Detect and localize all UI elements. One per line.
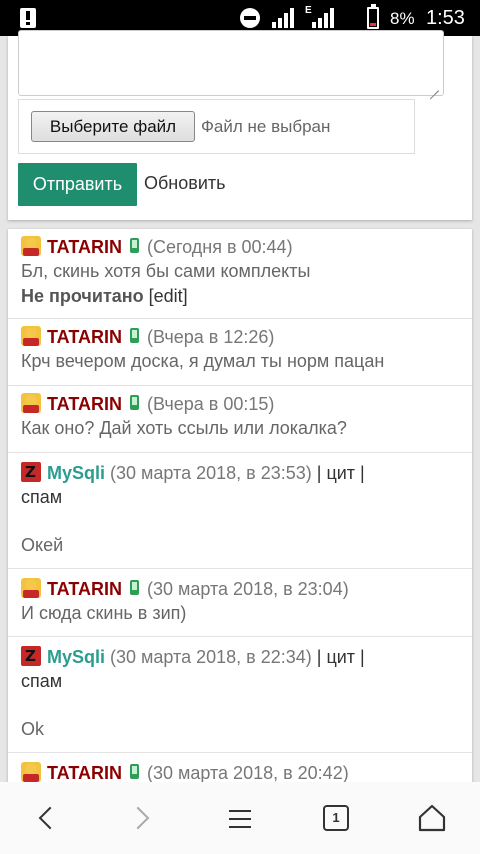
tatarin-avatar-icon xyxy=(21,762,41,782)
list-item: MySqli (30 марта 2018, в 23:53) | цит | … xyxy=(8,453,472,569)
mobile-icon xyxy=(129,764,139,779)
message-date: (Вчера в 12:26) xyxy=(146,327,275,347)
tatarin-avatar-icon xyxy=(21,236,41,256)
message-date: (Сегодня в 00:44) xyxy=(146,237,293,257)
mysqli-avatar-icon xyxy=(21,462,41,482)
message-header: TATARIN (Вчера в 00:15) xyxy=(21,393,274,415)
message-date: (30 марта 2018, в 23:53) xyxy=(110,463,312,483)
file-status-text: Файл не выбран xyxy=(201,117,331,136)
message-list: TATARIN (Сегодня в 00:44) Бл, скинь хотя … xyxy=(8,229,472,789)
author-name[interactable]: MySqli xyxy=(47,463,105,483)
author-name[interactable]: TATARIN xyxy=(47,237,122,257)
message-textarea[interactable] xyxy=(18,30,444,96)
forward-button[interactable] xyxy=(124,802,164,836)
tabs-count: 1 xyxy=(323,805,349,831)
do-not-disturb-icon xyxy=(240,8,260,28)
resize-handle-icon[interactable] xyxy=(429,81,439,91)
message-text: Ok xyxy=(21,719,45,739)
message-header: TATARIN (30 марта 2018, в 23:04) xyxy=(21,578,349,600)
clock: 1:53 xyxy=(426,7,465,29)
tatarin-avatar-icon xyxy=(21,578,41,598)
message-text: Крч вечером доска, я думал ты норм пацан xyxy=(21,351,385,371)
message-date: (Вчера в 00:15) xyxy=(146,394,275,414)
forward-chevron-icon xyxy=(126,806,150,830)
edit-link[interactable]: [edit] xyxy=(149,286,188,306)
tatarin-avatar-icon xyxy=(21,393,41,413)
message-text: Как оно? Дай хоть ссыль или локалка? xyxy=(21,418,347,438)
list-item: TATARIN (Сегодня в 00:44) Бл, скинь хотя … xyxy=(8,229,472,319)
mysqli-avatar-icon xyxy=(21,646,41,666)
tabs-button[interactable]: 1 xyxy=(316,802,356,836)
message-date: (30 марта 2018, в 23:04) xyxy=(146,579,349,599)
message-header: TATARIN (Сегодня в 00:44) xyxy=(21,236,293,258)
list-item: TATARIN (Вчера в 12:26) Крч вечером доска… xyxy=(8,319,472,386)
message-header: TATARIN (30 марта 2018, в 20:42) xyxy=(21,762,349,784)
author-name[interactable]: TATARIN xyxy=(47,327,122,347)
reply-form: Выберите файл Файл не выбран Отправить О… xyxy=(8,30,472,220)
unread-label: Не прочитано xyxy=(21,286,144,306)
refresh-link[interactable]: Обновить xyxy=(144,173,226,194)
spam-link[interactable]: спам xyxy=(21,487,62,508)
mobile-icon xyxy=(129,395,139,410)
choose-file-button[interactable]: Выберите файл xyxy=(31,111,195,142)
quote-link[interactable]: | цит | xyxy=(317,463,365,483)
message-date: (30 марта 2018, в 22:34) xyxy=(110,647,312,667)
list-item: TATARIN (Вчера в 00:15) Как оно? Дай хоть… xyxy=(8,386,472,453)
message-header: MySqli (30 марта 2018, в 23:53) | цит | xyxy=(21,462,365,484)
send-button[interactable]: Отправить xyxy=(18,163,137,206)
signal-icon xyxy=(272,8,294,28)
file-upload-field: Выберите файл Файл не выбран xyxy=(18,99,415,154)
author-name[interactable]: MySqli xyxy=(47,647,105,667)
tatarin-avatar-icon xyxy=(21,326,41,346)
list-item: TATARIN (30 марта 2018, в 23:04) И сюда с… xyxy=(8,569,472,637)
mobile-icon xyxy=(129,238,139,253)
home-icon xyxy=(418,804,446,832)
author-name[interactable]: TATARIN xyxy=(47,579,122,599)
browser-bottom-bar: 1 xyxy=(0,782,480,854)
signal-icon-secondary xyxy=(312,8,334,28)
message-text: Окей xyxy=(21,535,64,555)
list-item: MySqli (30 марта 2018, в 22:34) | цит | … xyxy=(8,637,472,753)
message-header: TATARIN (Вчера в 12:26) xyxy=(21,326,274,348)
message-text: Бл, скинь хотя бы сами комплекты xyxy=(21,261,311,281)
mobile-icon xyxy=(129,580,139,595)
battery-percent: 8% xyxy=(390,9,415,28)
mobile-icon xyxy=(129,328,139,343)
back-chevron-icon xyxy=(38,806,62,830)
home-button[interactable] xyxy=(412,802,452,836)
network-type: E xyxy=(305,5,312,16)
quote-link[interactable]: | цит | xyxy=(317,647,365,667)
back-button[interactable] xyxy=(28,802,68,836)
menu-button[interactable] xyxy=(220,802,260,836)
author-name[interactable]: TATARIN xyxy=(47,394,122,414)
message-header: MySqli (30 марта 2018, в 22:34) | цит | xyxy=(21,646,365,668)
spam-link[interactable]: спам xyxy=(21,671,62,692)
message-date: (30 марта 2018, в 20:42) xyxy=(146,763,349,783)
message-text: И сюда скинь в зип) xyxy=(21,603,187,623)
battery-icon xyxy=(367,4,379,29)
author-name[interactable]: TATARIN xyxy=(47,763,122,783)
alert-icon xyxy=(20,8,36,28)
menu-icon xyxy=(229,808,251,828)
message-meta: Не прочитано [edit] xyxy=(21,286,188,307)
